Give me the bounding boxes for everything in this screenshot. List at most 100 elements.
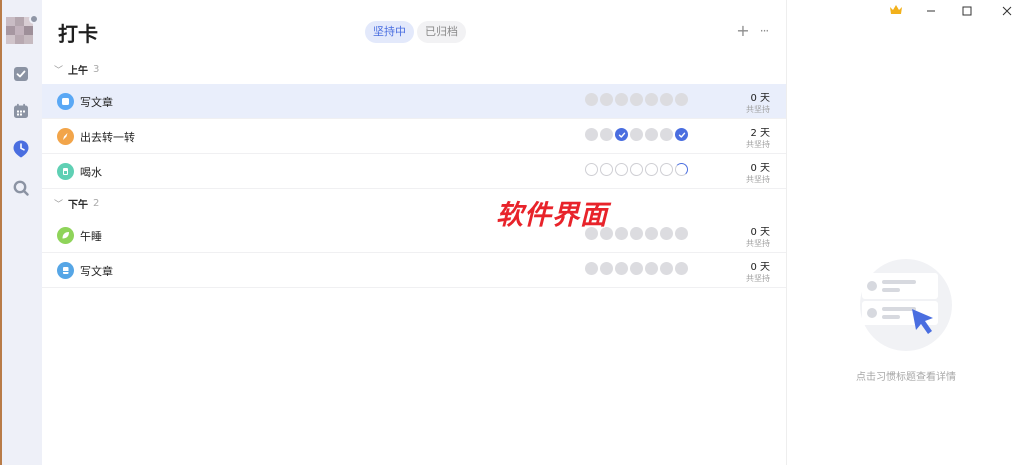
group-count: 3 — [93, 63, 100, 75]
checkin-day-dot[interactable] — [615, 93, 628, 106]
habit-days: 2 天 — [750, 128, 770, 139]
habit-streak-label: 共坚持 — [746, 105, 770, 114]
chevron-down-icon[interactable]: ﹀ — [54, 63, 68, 76]
checkin-day-dot[interactable] — [630, 227, 643, 240]
more-icon[interactable]: ··· — [756, 22, 772, 40]
checkin-day-dot[interactable] — [675, 128, 688, 141]
checkin-day-dot[interactable] — [675, 163, 688, 176]
tab-archived[interactable]: 已归档 — [417, 21, 466, 43]
empty-detail-illustration — [860, 259, 952, 351]
page-title: 打卡 — [58, 22, 98, 46]
checkin-day-dot[interactable] — [645, 227, 658, 240]
avatar-pixel — [24, 26, 33, 35]
habit-streak-label: 共坚持 — [746, 239, 770, 248]
chevron-down-icon[interactable]: ﹀ — [54, 197, 68, 210]
checkin-day-dot[interactable] — [660, 262, 673, 275]
checkin-day-dot[interactable] — [660, 93, 673, 106]
checkin-day-dot[interactable] — [660, 227, 673, 240]
checkin-day-dot[interactable] — [600, 262, 613, 275]
sidebar-item-calendar[interactable] — [12, 102, 30, 120]
avatar-pixel — [15, 26, 24, 35]
notebook-icon[interactable] — [57, 262, 74, 279]
detail-hint: 点击习惯标题查看详情 — [856, 372, 956, 383]
avatar-pixel — [15, 35, 24, 44]
checkin-day-dot[interactable] — [675, 227, 688, 240]
checkin-day-dot[interactable] — [600, 163, 613, 176]
checkbox-icon — [14, 67, 28, 81]
group-header[interactable]: ﹀ 下午 2 — [54, 195, 99, 211]
avatar-pixel — [6, 35, 15, 44]
habit-title[interactable]: 出去转一转 — [80, 129, 135, 145]
leaf-icon[interactable] — [57, 227, 74, 244]
habit-days: 0 天 — [750, 227, 770, 238]
app-window: 打卡 坚持中 已归档 + ··· ﹀ 上午 3 写文章 0 天共坚持 出去转一转 2 天共坚… — [0, 0, 1024, 465]
watermark-text: 软件界面 — [496, 200, 608, 231]
checkin-day-dot[interactable] — [645, 262, 658, 275]
close-icon[interactable] — [998, 4, 1016, 20]
checkin-day-dot[interactable] — [630, 128, 643, 141]
habit-days: 0 天 — [750, 163, 770, 174]
cup-icon[interactable] — [57, 163, 74, 180]
add-icon[interactable]: + — [735, 22, 751, 40]
habit-row[interactable]: 喝水 0 天共坚持 — [42, 154, 786, 189]
checkin-day-dot[interactable] — [615, 227, 628, 240]
sidebar-item-habits[interactable] — [12, 140, 30, 158]
checkin-day-dot[interactable] — [645, 128, 658, 141]
checkin-day-dot[interactable] — [600, 128, 613, 141]
week-checkins — [585, 93, 690, 106]
habit-row[interactable]: 写文章 0 天共坚持 — [42, 84, 786, 119]
group-count: 2 — [93, 197, 100, 209]
habit-title[interactable]: 写文章 — [80, 94, 113, 110]
compass-icon[interactable] — [57, 128, 74, 145]
week-checkins — [585, 262, 690, 275]
checkin-day-dot[interactable] — [615, 262, 628, 275]
habit-title[interactable]: 喝水 — [80, 164, 102, 180]
habit-streak-label: 共坚持 — [746, 274, 770, 283]
checkin-day-dot[interactable] — [660, 128, 673, 141]
avatar-badge — [29, 14, 39, 24]
doc-icon[interactable] — [57, 93, 74, 110]
checkin-day-dot[interactable] — [585, 93, 598, 106]
sidebar — [0, 0, 42, 465]
checkin-day-dot[interactable] — [645, 163, 658, 176]
habit-row[interactable]: 出去转一转 2 天共坚持 — [42, 119, 786, 154]
habit-row[interactable]: 午睡 0 天共坚持 — [42, 218, 786, 253]
habit-title[interactable]: 午睡 — [80, 228, 102, 244]
checkin-day-dot[interactable] — [615, 128, 628, 141]
group-name: 上午 — [68, 65, 88, 77]
week-checkins — [585, 128, 690, 141]
tab-ongoing[interactable]: 坚持中 — [365, 21, 414, 43]
detail-panel: 点击习惯标题查看详情 — [786, 0, 1024, 465]
habit-streak-label: 共坚持 — [746, 175, 770, 184]
checkin-day-dot[interactable] — [585, 163, 598, 176]
window-edge — [0, 0, 2, 465]
checkin-day-dot[interactable] — [675, 93, 688, 106]
habit-title[interactable]: 写文章 — [80, 263, 113, 279]
checkin-day-dot[interactable] — [600, 93, 613, 106]
checkin-day-dot[interactable] — [585, 128, 598, 141]
checkin-day-dot[interactable] — [630, 262, 643, 275]
habit-days: 0 天 — [750, 262, 770, 273]
habit-list-panel: 打卡 坚持中 已归档 + ··· ﹀ 上午 3 写文章 0 天共坚持 出去转一转 2 天共坚… — [42, 0, 786, 465]
avatar-pixel — [6, 26, 15, 35]
checkin-day-dot[interactable] — [660, 163, 673, 176]
checkin-day-dot[interactable] — [615, 163, 628, 176]
crown-icon[interactable] — [887, 4, 905, 20]
habit-days: 0 天 — [750, 93, 770, 104]
checkin-day-dot[interactable] — [630, 93, 643, 106]
maximize-icon[interactable] — [958, 4, 976, 20]
sidebar-item-tasks[interactable] — [12, 65, 30, 83]
checkin-day-dot[interactable] — [630, 163, 643, 176]
group-header[interactable]: ﹀ 上午 3 — [54, 61, 99, 77]
checkin-day-dot[interactable] — [675, 262, 688, 275]
habit-clock-icon — [13, 140, 29, 158]
avatar-pixel — [6, 17, 15, 26]
checkin-day-dot[interactable] — [645, 93, 658, 106]
minimize-icon[interactable] — [922, 4, 940, 20]
sidebar-item-search[interactable] — [12, 179, 30, 197]
avatar-pixel — [24, 35, 33, 44]
calendar-icon — [14, 103, 28, 118]
habit-row[interactable]: 写文章 0 天共坚持 — [42, 253, 786, 288]
group-name: 下午 — [68, 199, 88, 211]
checkin-day-dot[interactable] — [585, 262, 598, 275]
